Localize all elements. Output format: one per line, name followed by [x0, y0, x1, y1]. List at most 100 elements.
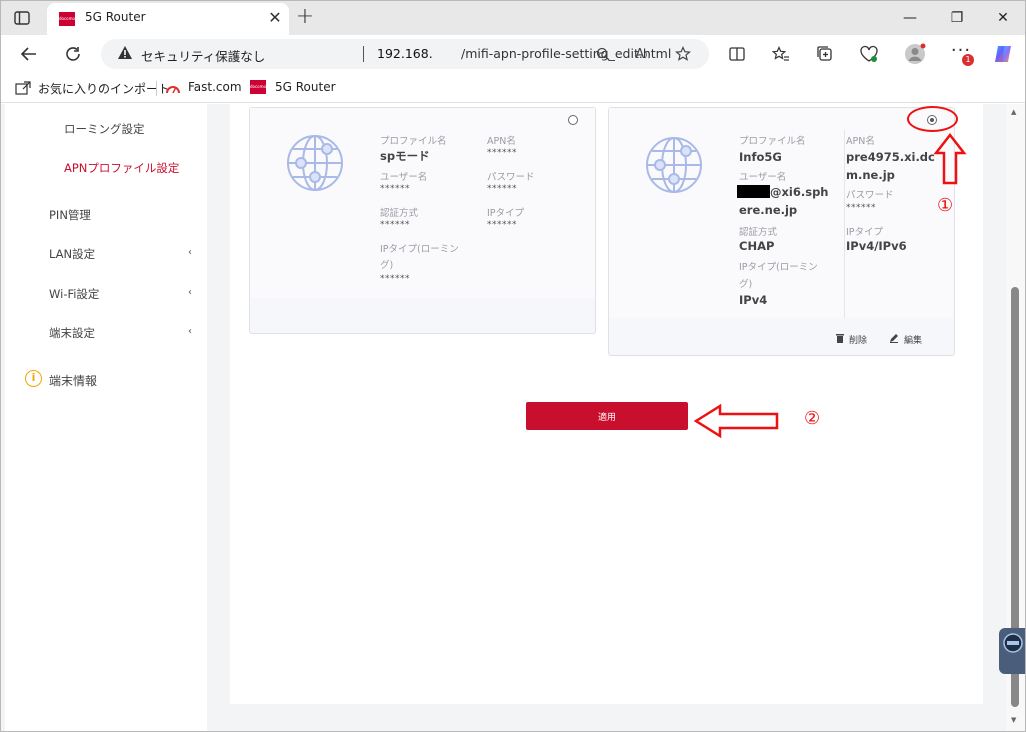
info-icon: i: [25, 370, 42, 387]
profile-name-label: プロファイル名: [380, 136, 447, 147]
minimize-button[interactable]: —: [898, 7, 922, 29]
notification-badge: 1: [962, 54, 974, 66]
split-screen-icon[interactable]: [725, 42, 749, 66]
globe-icon: [644, 135, 704, 195]
sidebar-item-device-info[interactable]: 端末情報: [49, 372, 97, 389]
scroll-down-icon[interactable]: ▼: [1011, 716, 1016, 724]
tab-title: 5G Router: [85, 10, 146, 24]
chevron-left-icon: ‹: [188, 287, 192, 298]
bookmark-divider: [156, 81, 157, 96]
scroll-up-icon[interactable]: ▲: [1011, 108, 1016, 116]
tab-bar: docomo 5G Router ✕ + — ❐ ✕: [1, 1, 1025, 35]
delete-button[interactable]: 削除: [849, 333, 867, 346]
security-status[interactable]: セキュリティ保護なし: [141, 46, 265, 65]
ip-roaming-label-cont: グ): [739, 279, 753, 290]
collections-icon[interactable]: [813, 42, 837, 66]
import-favorites-icon: [15, 81, 31, 95]
user-value: ******: [380, 184, 410, 194]
sidebar-item-device[interactable]: 端末設定: [49, 325, 95, 341]
address-bar[interactable]: セキュリティ保護なし 192.168. /mifi-apn-profile-se…: [101, 39, 709, 69]
ip-roaming-label: IPタイプ(ローミン: [739, 262, 818, 273]
browser-window: docomo 5G Router ✕ + — ❐ ✕ セキュリティ保護なし 19…: [0, 0, 1026, 732]
sidebar-item-wifi[interactable]: Wi-Fi設定: [49, 286, 99, 302]
chevron-left-icon: ‹: [188, 326, 192, 337]
user-label: ユーザー名: [380, 172, 428, 183]
bookmark-fast-com[interactable]: Fast.com: [188, 80, 242, 94]
window-close-button[interactable]: ✕: [991, 7, 1015, 29]
annotation-circle: [907, 106, 958, 132]
ip-type-value: IPv4/IPv6: [846, 239, 907, 253]
router-page: ローミング設定 APNプロファイル設定 PIN管理 LAN設定 ‹ Wi-Fi設…: [1, 104, 1006, 731]
browser-essentials-icon[interactable]: [857, 42, 881, 66]
bookmark-import-favorites[interactable]: お気に入りのインポート: [38, 80, 170, 97]
user-value: @xi6.sph: [770, 185, 829, 199]
auth-label: 認証方式: [739, 227, 778, 238]
apn-value-cont: m.ne.jp: [846, 168, 895, 182]
password-value: ******: [846, 203, 876, 213]
apn-profile-card-selected[interactable]: プロファイル名 Info5G ユーザー名 @xi6.sph ere.ne.jp …: [608, 107, 955, 356]
bookmarks-bar: お気に入りのインポート Fast.com docomo 5G Router: [1, 73, 1025, 103]
annotation-marker-2: ②: [804, 408, 821, 429]
ip-roaming-label: IPタイプ(ローミン: [380, 244, 459, 255]
apn-value: ******: [487, 148, 517, 158]
favorites-icon[interactable]: [769, 42, 793, 66]
zoom-icon[interactable]: [593, 44, 613, 64]
annotation-up-arrow-icon: [933, 133, 967, 185]
tab-actions-icon[interactable]: [11, 8, 33, 28]
apn-label: APN名: [487, 136, 516, 147]
column-divider: [844, 130, 845, 318]
maximize-button[interactable]: ❐: [945, 7, 969, 29]
docomo-favicon-icon: docomo: [59, 12, 75, 26]
apn-label: APN名: [846, 136, 875, 147]
reload-icon[interactable]: [61, 42, 85, 66]
password-label: パスワード: [487, 172, 535, 183]
browser-tab[interactable]: docomo 5G Router ✕: [47, 3, 289, 35]
main-content: プロファイル名 spモード APN名 ****** ユーザー名 ****** パ…: [230, 104, 983, 704]
user-label: ユーザー名: [739, 172, 787, 183]
favorite-star-icon[interactable]: [673, 44, 693, 64]
ip-type-label: IPタイプ: [487, 208, 525, 219]
sidebar-item-apn-profile[interactable]: APNプロファイル設定: [64, 160, 179, 176]
fast-com-icon: [165, 81, 181, 95]
ip-roaming-value: IPv4: [739, 293, 768, 307]
trash-icon[interactable]: [835, 333, 845, 343]
pencil-icon[interactable]: [889, 333, 899, 343]
sidebar: ローミング設定 APNプロファイル設定 PIN管理 LAN設定 ‹ Wi-Fi設…: [5, 104, 207, 731]
password-value: ******: [487, 184, 517, 194]
omnibox-divider: [363, 46, 364, 62]
copilot-icon[interactable]: [991, 42, 1015, 66]
redacted-box: [737, 185, 770, 198]
profile-avatar-icon[interactable]: [903, 42, 927, 66]
profile-select-radio[interactable]: [568, 115, 578, 125]
apply-button[interactable]: 適用: [526, 402, 688, 430]
ip-type-label: IPタイプ: [846, 227, 884, 238]
settings-more-icon[interactable]: ··· 1: [949, 40, 974, 66]
sidebar-item-lan[interactable]: LAN設定: [49, 246, 95, 262]
ip-roaming-label-cont: グ): [380, 260, 394, 271]
globe-icon: [285, 133, 345, 193]
bookmark-5g-router[interactable]: 5G Router: [275, 80, 336, 94]
user-value-cont: ere.ne.jp: [739, 203, 798, 217]
sidebar-item-roaming[interactable]: ローミング設定: [64, 121, 145, 137]
auth-value: CHAP: [739, 239, 775, 253]
apn-profile-card[interactable]: プロファイル名 spモード APN名 ****** ユーザー名 ****** パ…: [249, 107, 596, 334]
chevron-left-icon: ‹: [188, 247, 192, 258]
auth-value: ******: [380, 220, 410, 230]
profile-name-label: プロファイル名: [739, 136, 806, 147]
edit-button[interactable]: 編集: [904, 333, 922, 346]
apn-value: pre4975.xi.dc: [846, 150, 935, 164]
ip-type-value: ******: [487, 220, 517, 230]
profile-name-value: spモード: [380, 149, 430, 163]
ip-roaming-value: ******: [380, 274, 410, 284]
back-arrow-icon[interactable]: [17, 42, 41, 66]
navigation-bar: セキュリティ保護なし 192.168. /mifi-apn-profile-se…: [1, 35, 1025, 73]
read-aloud-icon[interactable]: A)): [633, 44, 653, 64]
warning-icon: [117, 45, 133, 60]
floating-assist-widget[interactable]: [999, 628, 1025, 674]
sidebar-item-pin[interactable]: PIN管理: [49, 207, 91, 223]
close-tab-icon[interactable]: ✕: [265, 8, 285, 28]
profile-name-value: Info5G: [739, 150, 782, 164]
new-tab-button[interactable]: +: [293, 5, 317, 29]
annotation-left-arrow-icon: [693, 403, 783, 439]
auth-label: 認証方式: [380, 208, 419, 219]
